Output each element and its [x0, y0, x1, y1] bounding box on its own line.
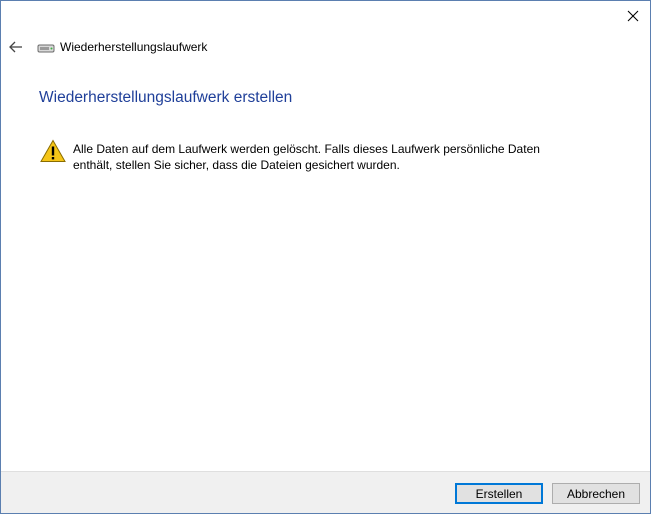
page-heading: Wiederherstellungslaufwerk erstellen — [39, 89, 293, 106]
drive-icon — [37, 44, 55, 53]
title-bar[interactable] — [1, 1, 650, 31]
warning-icon — [40, 139, 66, 162]
navigation-row: Wiederherstellungslaufwerk — [1, 34, 650, 60]
close-button[interactable] — [616, 1, 650, 31]
create-button[interactable]: Erstellen — [455, 483, 543, 504]
warning-line-2: enthält, stellen Sie sicher, dass die Da… — [73, 158, 400, 172]
back-button[interactable] — [5, 36, 27, 58]
nav-title: Wiederherstellungslaufwerk — [60, 40, 208, 54]
cancel-button[interactable]: Abbrechen — [552, 483, 640, 504]
dialog-window: Wiederherstellungslaufwerk Wiederherstel… — [0, 0, 651, 514]
button-footer: Erstellen Abbrechen — [1, 471, 650, 513]
arrow-left-icon — [9, 41, 22, 53]
close-icon — [627, 10, 639, 22]
warning-message: Alle Daten auf dem Laufwerk werden gelös… — [73, 141, 553, 173]
warning-line-1: Alle Daten auf dem Laufwerk werden gelös… — [73, 142, 540, 156]
